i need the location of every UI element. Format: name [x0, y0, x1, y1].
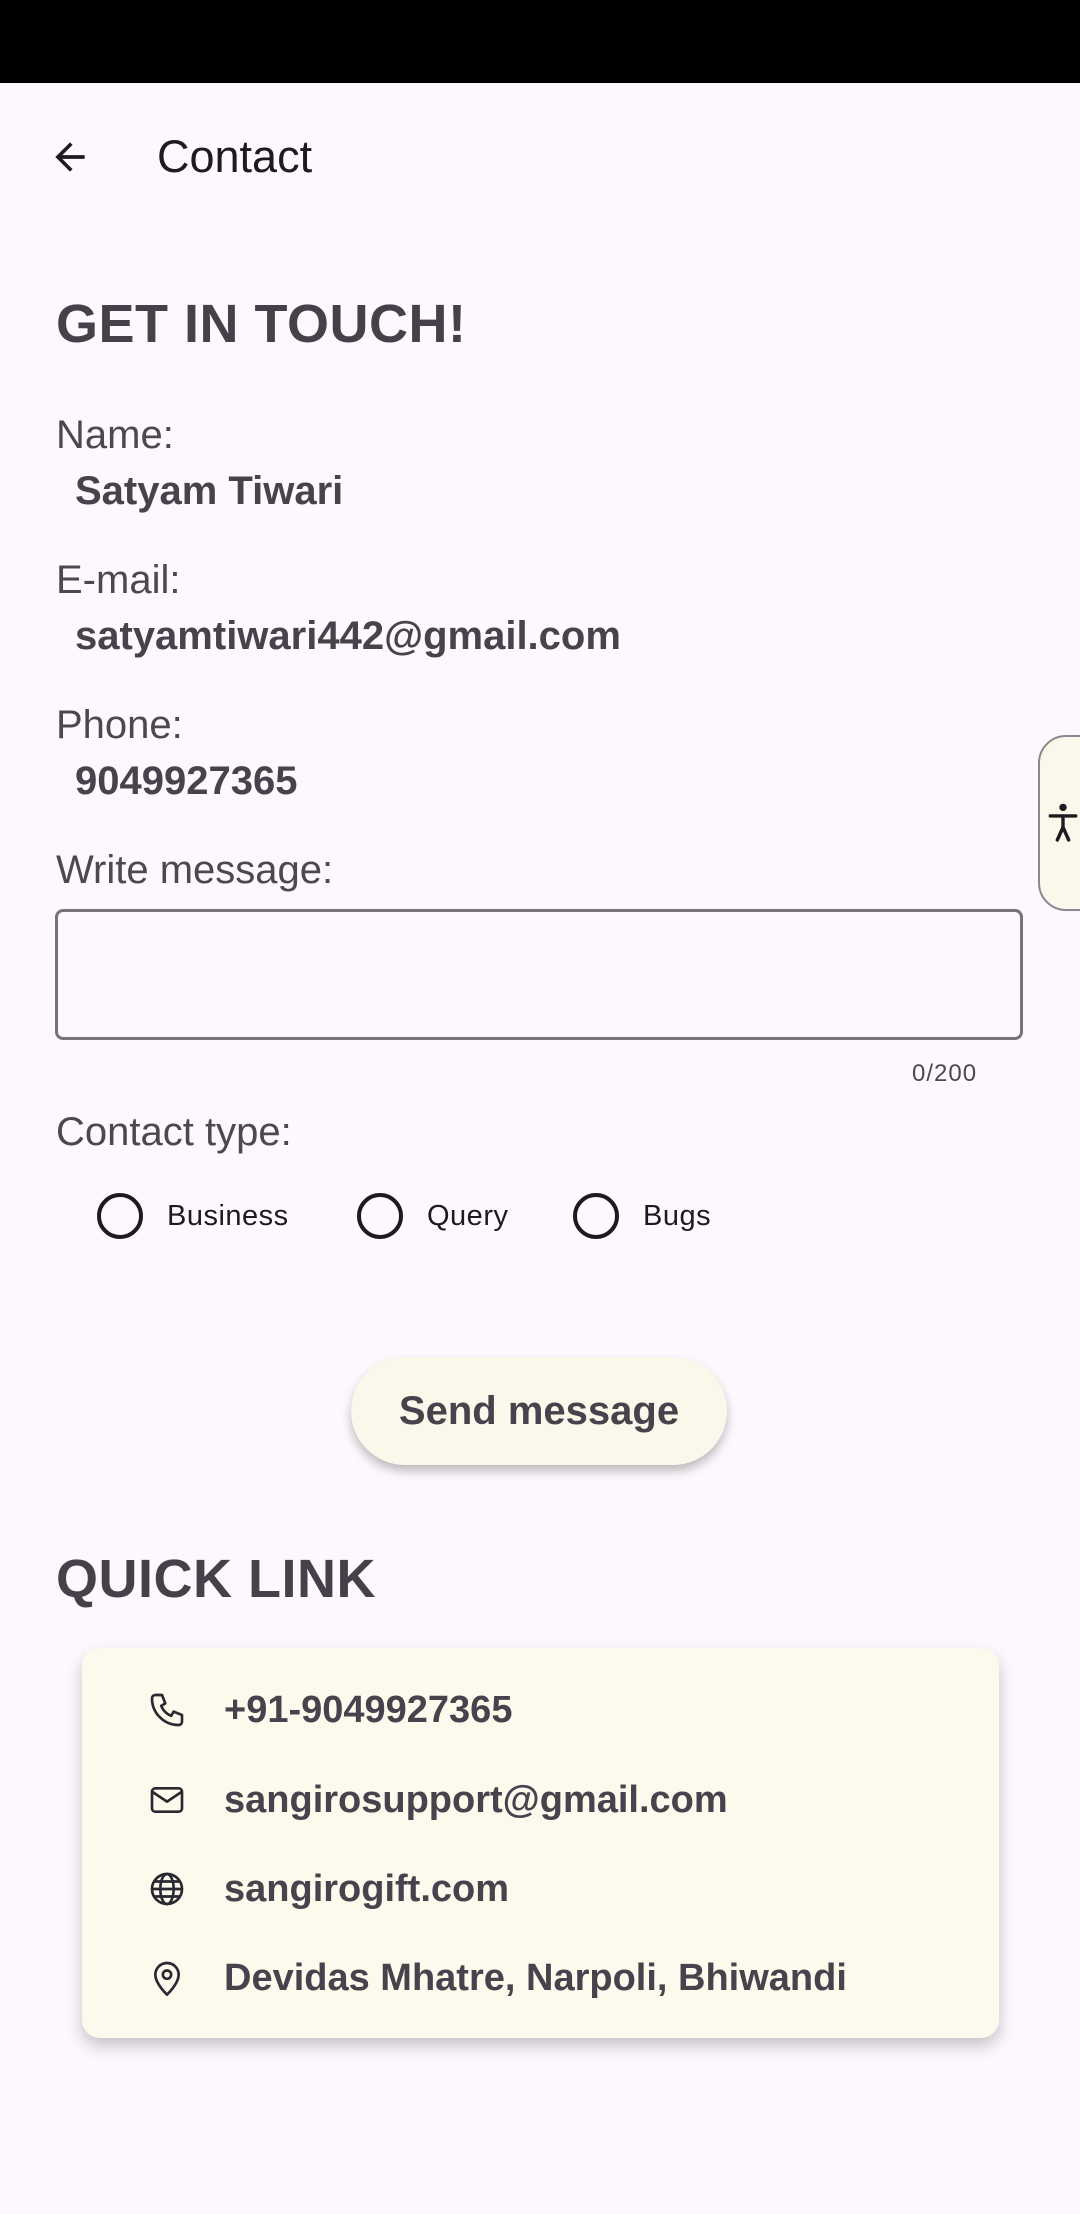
radio-circle[interactable]	[357, 1193, 403, 1239]
radio-label: Query	[427, 1199, 509, 1232]
page-title: Contact	[157, 131, 313, 182]
status-bar	[0, 0, 1080, 83]
message-char-counter: 0/200	[912, 1060, 978, 1087]
quick-link-address[interactable]: Devidas Mhatre, Narpoli, Bhiwandi	[82, 1943, 999, 2013]
accessibility-icon	[1048, 803, 1078, 842]
accessibility-button[interactable]	[1038, 735, 1080, 911]
quick-link-text: sangirosupport@gmail.com	[224, 1778, 728, 1821]
globe-icon	[147, 1869, 187, 1909]
arrow-back-icon	[55, 142, 85, 172]
message-label: Write message:	[56, 848, 334, 892]
quick-link-card: +91-9049927365 sangirosupport@gmail.com …	[82, 1648, 999, 2038]
mail-icon	[147, 1780, 187, 1820]
quick-link-heading: QUICK LINK	[56, 1549, 376, 1609]
quick-link-text: Devidas Mhatre, Narpoli, Bhiwandi	[224, 1956, 847, 1999]
email-value: satyamtiwari442@gmail.com	[75, 614, 621, 658]
name-value: Satyam Tiwari	[75, 469, 344, 513]
back-button[interactable]	[36, 123, 104, 191]
radio-bugs[interactable]: Bugs	[573, 1193, 711, 1239]
phone-icon	[147, 1690, 187, 1730]
quick-link-phone[interactable]: +91-9049927365	[82, 1675, 999, 1745]
get-in-touch-heading: GET IN TOUCH!	[56, 294, 467, 354]
phone-value: 9049927365	[75, 759, 298, 803]
message-input[interactable]	[58, 912, 1020, 1037]
quick-link-text: sangirogift.com	[224, 1867, 510, 1910]
quick-link-website[interactable]: sangirogift.com	[82, 1854, 999, 1924]
message-field[interactable]	[55, 909, 1023, 1040]
phone-label: Phone:	[56, 703, 183, 747]
location-pin-icon	[147, 1958, 187, 1998]
app-bar: Contact	[0, 83, 1080, 231]
radio-label: Business	[167, 1199, 289, 1232]
quick-link-text: +91-9049927365	[224, 1688, 513, 1731]
email-label: E-mail:	[56, 558, 181, 602]
contact-type-label: Contact type:	[56, 1110, 292, 1154]
name-label: Name:	[56, 413, 174, 457]
radio-circle[interactable]	[573, 1193, 619, 1239]
quick-link-email[interactable]: sangirosupport@gmail.com	[82, 1765, 999, 1835]
radio-circle[interactable]	[97, 1193, 143, 1239]
send-message-button[interactable]: Send message	[351, 1357, 727, 1465]
radio-business[interactable]: Business	[97, 1193, 289, 1239]
radio-query[interactable]: Query	[357, 1193, 508, 1239]
radio-label: Bugs	[643, 1199, 712, 1232]
